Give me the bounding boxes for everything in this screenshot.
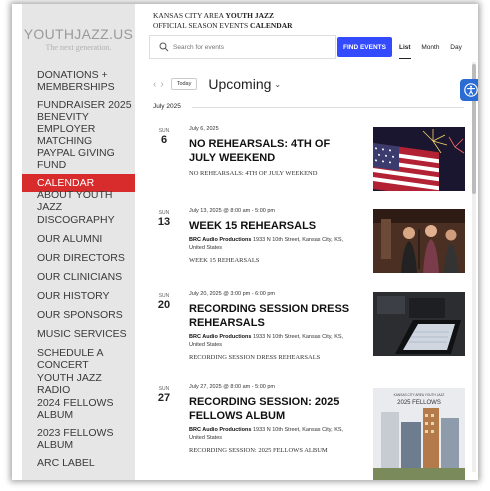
- event-image[interactable]: [373, 127, 465, 191]
- event-datetime: July 6, 2025: [189, 126, 219, 132]
- sidebar-item-discography[interactable]: DISCOGRAPHY: [22, 210, 135, 230]
- event-item: SUN 27 July 27, 2025 @ 8:00 am - 5:00 pm…: [153, 384, 473, 480]
- search-bar: [149, 35, 336, 59]
- main-content: KANSAS CITY AREA YOUTH JAZZ OFFICIAL SEA…: [135, 4, 478, 480]
- calendar-toolbar: ‹ › Today Upcoming ⌄: [153, 76, 281, 92]
- sidebar-item-2023-fellows-album[interactable]: 2023 FELLOWS ALBUM: [22, 424, 135, 454]
- event-title[interactable]: NO REHEARSALS: 4TH OF JULY WEEKEND: [189, 137, 359, 165]
- site-logo[interactable]: YOUTHJAZZ.US The next generation.: [22, 4, 135, 66]
- event-description: RECORDING SESSION DRESS REHEARSALS: [189, 354, 321, 361]
- event-image[interactable]: [373, 209, 465, 273]
- event-image[interactable]: [373, 292, 465, 356]
- event-title[interactable]: RECORDING SESSION: 2025 FELLOWS ALBUM: [189, 395, 359, 423]
- event-venue-name[interactable]: BRC Audio Productions: [189, 427, 251, 433]
- event-venue: BRC Audio Productions 1933 N 10th Street…: [189, 236, 359, 252]
- search-input[interactable]: [173, 43, 323, 51]
- view-day-tab[interactable]: Day: [450, 44, 462, 51]
- sidebar-item-our-alumni[interactable]: OUR ALUMNI: [22, 230, 135, 248]
- event-item: SUN 20 July 20, 2025 @ 3:00 pm - 6:00 pm…: [153, 291, 473, 371]
- accessibility-button[interactable]: [460, 79, 478, 101]
- view-switcher: List Month Day: [399, 44, 471, 59]
- event-day-number: 27: [157, 392, 171, 404]
- accessibility-icon: [464, 83, 478, 97]
- event-datetime: July 20, 2025 @ 3:00 pm - 6:00 pm: [189, 291, 275, 297]
- today-button[interactable]: Today: [170, 78, 198, 90]
- event-datetime: July 13, 2025 @ 8:00 am - 5:00 pm: [189, 208, 275, 214]
- find-events-button[interactable]: FIND EVENTS: [337, 37, 392, 57]
- upcoming-heading[interactable]: Upcoming: [208, 76, 271, 92]
- event-description: WEEK 15 REHEARSALS: [189, 257, 260, 264]
- previous-arrow-icon[interactable]: ‹: [153, 79, 156, 90]
- sidebar-item-schedule-a-concert[interactable]: SCHEDULE A CONCERT: [22, 344, 135, 374]
- sidebar-item-about-youth-jazz[interactable]: ABOUT YOUTH JAZZ: [22, 189, 135, 213]
- header-line2-prefix: OFFICIAL SEASON EVENTS: [153, 21, 251, 30]
- header-line1-bold: YOUTH JAZZ: [225, 11, 275, 20]
- sidebar-nav: DONATIONS + MEMBERSHIPS FUNDRAISER 2025 BE…: [22, 66, 135, 472]
- event-venue: BRC Audio Productions 1933 N 10th Street…: [189, 333, 359, 349]
- sidebar-item-music-services[interactable]: MUSIC SERVICES: [22, 324, 135, 344]
- sidebar-item-our-history[interactable]: OUR HISTORY: [22, 286, 135, 306]
- event-datetime: July 27, 2025 @ 8:00 am - 5:00 pm: [189, 384, 275, 390]
- view-list-tab[interactable]: List: [399, 44, 411, 59]
- sidebar-item-arc-label[interactable]: ARC LABEL: [22, 454, 135, 472]
- next-arrow-icon[interactable]: ›: [160, 79, 163, 90]
- sidebar-item-2024-fellows-album[interactable]: 2024 FELLOWS ALBUM: [22, 394, 135, 424]
- event-day-number: 13: [157, 216, 171, 228]
- event-title[interactable]: RECORDING SESSION DRESS REHEARSALS: [189, 302, 359, 330]
- sidebar-item-youth-jazz-radio[interactable]: YOUTH JAZZ RADIO: [22, 372, 135, 396]
- event-description: NO REHEARSALS: 4TH OF JULY WEEKEND: [189, 170, 318, 177]
- event-title[interactable]: WEEK 15 REHEARSALS: [189, 219, 359, 233]
- view-month-tab[interactable]: Month: [421, 44, 439, 51]
- event-description: RECORDING SESSION: 2025 FELLOWS ALBUM: [189, 447, 328, 454]
- event-image[interactable]: KANSAS CITY AREA YOUTH JAZZ 2025 FELLOWS: [373, 388, 465, 480]
- album-cover-title: 2025 FELLOWS: [397, 400, 441, 406]
- event-day-number: 6: [160, 134, 168, 146]
- header-line2-bold: CALENDAR: [250, 21, 293, 30]
- page-header: KANSAS CITY AREA YOUTH JAZZ OFFICIAL SEA…: [153, 11, 293, 31]
- sidebar-item-our-directors[interactable]: OUR DIRECTORS: [22, 248, 135, 268]
- sidebar-item-our-clinicians[interactable]: OUR CLINICIANS: [22, 268, 135, 286]
- event-venue-name[interactable]: BRC Audio Productions: [189, 334, 251, 340]
- chevron-down-icon[interactable]: ⌄: [274, 80, 281, 89]
- sidebar-item-our-sponsors[interactable]: OUR SPONSORS: [22, 306, 135, 324]
- month-separator-line: [192, 107, 464, 108]
- header-line1-prefix: KANSAS CITY AREA: [153, 11, 226, 20]
- sidebar-item-paypal-giving-fund[interactable]: PAYPAL GIVING FUND: [22, 144, 135, 174]
- logo-subtitle: The next generation.: [45, 43, 112, 52]
- page-frame: YOUTHJAZZ.US The next generation. DONATI…: [12, 4, 478, 480]
- sidebar: YOUTHJAZZ.US The next generation. DONATI…: [22, 4, 135, 480]
- event-item: SUN 6 July 6, 2025 NO REHEARSALS: 4TH OF…: [153, 126, 473, 206]
- event-day-number: 20: [157, 299, 171, 311]
- logo-title: YOUTHJAZZ.US: [23, 26, 134, 42]
- month-separator-label: July 2025: [153, 103, 181, 110]
- album-cover-smalltext: KANSAS CITY AREA YOUTH JAZZ: [394, 393, 445, 397]
- sidebar-item-benevity-employer-matching[interactable]: BENEVITY EMPLOYER MATCHING: [22, 111, 135, 147]
- search-icon: [159, 42, 169, 52]
- event-venue: BRC Audio Productions 1933 N 10th Street…: [189, 426, 359, 442]
- event-venue-name[interactable]: BRC Audio Productions: [189, 237, 251, 243]
- event-item: SUN 13 July 13, 2025 @ 8:00 am - 5:00 pm…: [153, 208, 473, 288]
- sidebar-item-donations-memberships[interactable]: DONATIONS + MEMBERSHIPS: [22, 66, 135, 96]
